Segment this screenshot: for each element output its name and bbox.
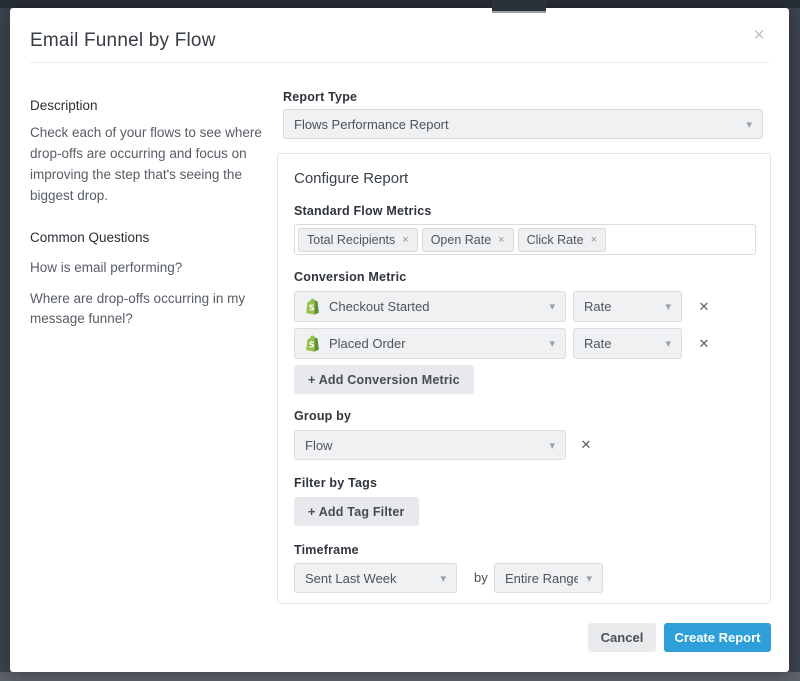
conversion-mode-select[interactable]: Rate ▾ xyxy=(573,291,682,322)
timeframe-interval-select[interactable]: Entire Range ▾ xyxy=(494,563,603,593)
chevron-down-icon: ▾ xyxy=(665,337,671,350)
description-text: Check each of your flows to see where dr… xyxy=(30,122,270,206)
timeframe-select[interactable]: Sent Last Week ▾ xyxy=(294,563,457,593)
configure-report-heading: Configure Report xyxy=(294,170,408,187)
svg-text:S: S xyxy=(309,303,315,313)
conversion-metric-select[interactable]: S Placed Order ▾ xyxy=(294,328,566,359)
report-type-label: Report Type xyxy=(283,90,357,104)
svg-text:S: S xyxy=(309,340,315,350)
metric-chip[interactable]: Total Recipients × xyxy=(298,228,418,252)
cancel-button[interactable]: Cancel xyxy=(588,623,656,652)
remove-chip-icon[interactable]: × xyxy=(498,234,504,246)
remove-chip-icon[interactable]: × xyxy=(591,234,597,246)
standard-flow-metrics-label: Standard Flow Metrics xyxy=(294,204,432,218)
metric-chip[interactable]: Open Rate × xyxy=(422,228,514,252)
chip-label: Click Rate xyxy=(527,233,584,247)
chevron-down-icon: ▾ xyxy=(665,300,671,313)
timeframe-label: Timeframe xyxy=(294,543,359,557)
chevron-down-icon: ▾ xyxy=(549,337,555,350)
common-questions-heading: Common Questions xyxy=(30,230,270,245)
chevron-down-icon: ▾ xyxy=(549,439,555,452)
chevron-down-icon: ▾ xyxy=(440,572,446,585)
header-divider xyxy=(30,62,769,63)
close-icon[interactable]: × xyxy=(747,24,771,48)
configure-report-panel: Configure Report Standard Flow Metrics T… xyxy=(277,153,771,604)
timeframe-interval-value: Entire Range xyxy=(505,571,578,586)
shopify-icon: S xyxy=(305,298,320,315)
conversion-metric-value: Placed Order xyxy=(329,336,541,351)
question-item: Where are drop-offs occurring in my mess… xyxy=(30,289,270,329)
background-nav-item xyxy=(492,0,546,13)
conversion-metric-label: Conversion Metric xyxy=(294,270,406,284)
chevron-down-icon: ▾ xyxy=(586,572,592,585)
conversion-mode-select[interactable]: Rate ▾ xyxy=(573,328,682,359)
group-by-label: Group by xyxy=(294,409,351,423)
standard-metrics-tag-input[interactable]: Total Recipients × Open Rate × Click Rat… xyxy=(294,224,756,255)
group-by-select[interactable]: Flow ▾ xyxy=(294,430,566,460)
chip-label: Open Rate xyxy=(431,233,491,247)
background-page-strip xyxy=(0,672,800,681)
conversion-mode-value: Rate xyxy=(584,299,657,314)
description-heading: Description xyxy=(30,98,270,113)
chip-label: Total Recipients xyxy=(307,233,395,247)
shopify-icon: S xyxy=(305,335,320,352)
remove-chip-icon[interactable]: × xyxy=(402,234,408,246)
chevron-down-icon: ▾ xyxy=(549,300,555,313)
group-by-value: Flow xyxy=(305,438,541,453)
background-nav-bar xyxy=(0,0,800,8)
metric-chip[interactable]: Click Rate × xyxy=(518,228,606,252)
conversion-metric-value: Checkout Started xyxy=(329,299,541,314)
remove-conversion-row-icon[interactable]: ✕ xyxy=(696,336,712,352)
add-conversion-metric-button[interactable]: + Add Conversion Metric xyxy=(294,365,474,394)
report-type-value: Flows Performance Report xyxy=(294,117,738,132)
report-type-select[interactable]: Flows Performance Report ▾ xyxy=(283,109,763,139)
timeframe-by-text: by xyxy=(474,570,488,585)
chevron-down-icon: ▾ xyxy=(746,118,752,131)
description-panel: Description Check each of your flows to … xyxy=(30,98,270,340)
conversion-mode-value: Rate xyxy=(584,336,657,351)
conversion-metric-select[interactable]: S Checkout Started ▾ xyxy=(294,291,566,322)
question-item: How is email performing? xyxy=(30,258,270,278)
create-report-modal: Email Funnel by Flow × Description Check… xyxy=(10,8,789,672)
filter-by-tags-label: Filter by Tags xyxy=(294,476,377,490)
create-report-button[interactable]: Create Report xyxy=(664,623,771,652)
timeframe-value: Sent Last Week xyxy=(305,571,432,586)
remove-conversion-row-icon[interactable]: ✕ xyxy=(696,299,712,315)
remove-group-by-icon[interactable]: ✕ xyxy=(578,437,594,453)
add-tag-filter-button[interactable]: + Add Tag Filter xyxy=(294,497,419,526)
modal-title: Email Funnel by Flow xyxy=(30,30,216,52)
